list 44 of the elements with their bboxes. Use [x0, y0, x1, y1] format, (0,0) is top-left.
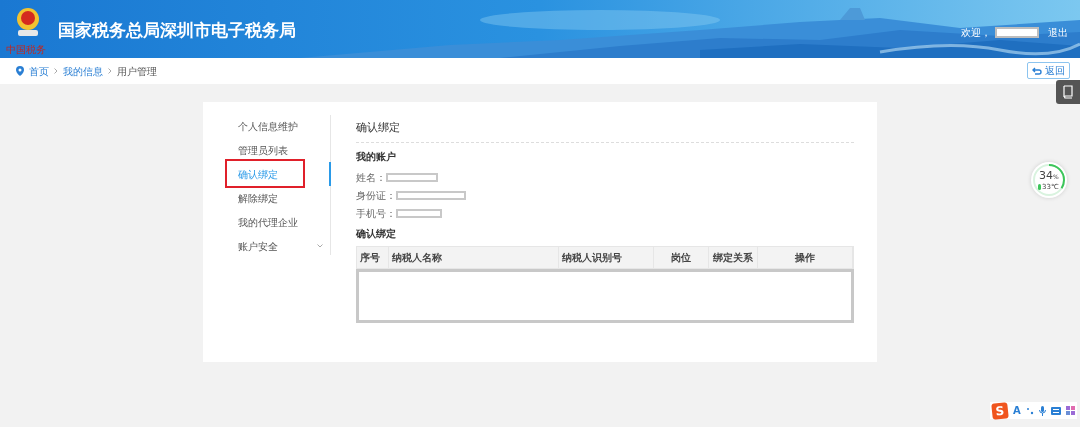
- selected-indicator: [329, 162, 331, 186]
- thermometer-icon: [1038, 184, 1041, 190]
- meter-reading: 34: [1039, 170, 1053, 182]
- chevron-right-icon: [108, 68, 112, 74]
- column-header: 绑定关系: [708, 247, 759, 268]
- book-icon[interactable]: [1056, 80, 1080, 104]
- punctuation-icon[interactable]: [1025, 406, 1034, 415]
- grid-icon[interactable]: [1065, 406, 1075, 415]
- field-label: 身份证：: [356, 188, 396, 203]
- input-mode-toggle[interactable]: A: [1013, 403, 1021, 418]
- welcome-text: 欢迎，: [961, 26, 991, 40]
- field-label: 姓名：: [356, 170, 386, 185]
- return-arrow-icon: [1032, 66, 1042, 75]
- sidebar-item[interactable]: 解除绑定: [225, 186, 278, 210]
- sidebar-item[interactable]: 确认绑定: [225, 162, 278, 186]
- sidebar-item[interactable]: 个人信息维护: [225, 114, 298, 138]
- field-label: 手机号：: [356, 206, 396, 221]
- breadcrumb-link[interactable]: 我的信息: [63, 63, 103, 79]
- section-heading: 我的账户: [356, 150, 397, 164]
- column-header: 纳税人识别号: [559, 247, 654, 268]
- column-header: 操作: [758, 247, 853, 268]
- breadcrumb-link[interactable]: 用户管理: [117, 63, 157, 79]
- sidebar-item[interactable]: 我的代理企业: [225, 210, 298, 234]
- column-header: 纳税人名称: [388, 247, 560, 268]
- site-title: 国家税务总局深圳市电子税务局: [58, 19, 296, 41]
- sidebar-item[interactable]: 管理员列表: [225, 138, 288, 162]
- back-button[interactable]: 返回: [1027, 62, 1070, 79]
- section-heading: 确认绑定: [356, 227, 397, 241]
- column-header: 序号: [357, 247, 389, 268]
- microphone-icon[interactable]: [1038, 405, 1046, 416]
- breadcrumb-link[interactable]: 首页: [29, 63, 49, 79]
- column-header: 岗位: [653, 247, 709, 268]
- redaction-box: [396, 190, 466, 200]
- keyboard-icon[interactable]: [1050, 406, 1061, 415]
- ime-logo[interactable]: S: [991, 401, 1009, 420]
- redaction-box: [386, 172, 438, 182]
- logout-link[interactable]: 退出: [1048, 25, 1068, 40]
- sidebar-item[interactable]: 账户安全: [225, 234, 278, 258]
- redaction-box: [396, 208, 442, 218]
- location-pin-icon: [16, 66, 24, 76]
- username-redaction: [995, 27, 1039, 38]
- chevron-right-icon: [54, 68, 58, 74]
- emblem-caption: 中国税务: [6, 44, 46, 56]
- page-heading: 确认绑定: [356, 120, 401, 136]
